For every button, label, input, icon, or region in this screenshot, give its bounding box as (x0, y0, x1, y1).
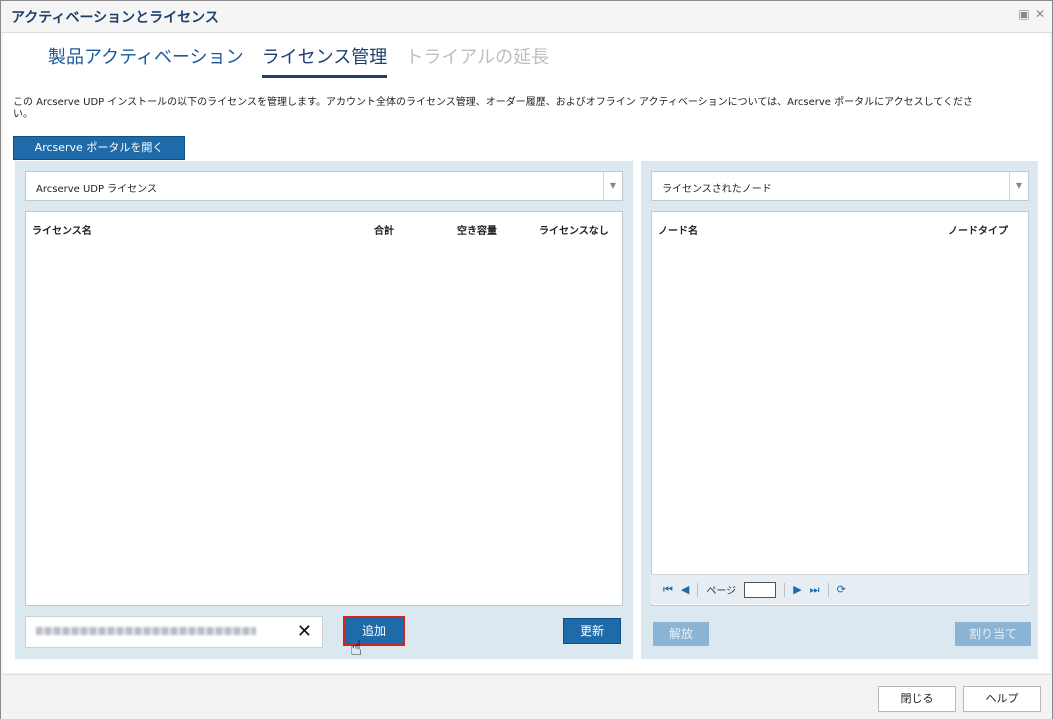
node-filter-value: ライセンスされたノード (662, 184, 772, 195)
hand-cursor-icon: ☝ (350, 636, 363, 660)
last-page-icon[interactable]: ⏭ (810, 583, 820, 597)
node-filter-select[interactable]: ライセンスされたノード ▼ (651, 171, 1029, 201)
col-unlicensed[interactable]: ライセンスなし (539, 222, 609, 237)
chevron-down-icon[interactable]: ▼ (603, 172, 622, 200)
page-number-input[interactable] (744, 581, 777, 598)
dialog-title: アクティベーションとライセンス (11, 10, 219, 26)
tab-bar: 製品アクティベーション ライセンス管理 トライアルの延長 (48, 41, 549, 78)
col-node-name[interactable]: ノード名 (658, 222, 698, 237)
license-grid: ライセンス名 合計 空き容量 ライセンスなし (25, 211, 623, 606)
minimize-icon[interactable]: ▣ (1018, 8, 1030, 20)
license-type-select[interactable]: Arcserve UDP ライセンス ▼ (25, 171, 623, 201)
node-grid: ノード名 ノードタイプ (651, 211, 1029, 606)
dialog-body: 製品アクティベーション ライセンス管理 トライアルの延長 この Arcserve… (3, 33, 1050, 673)
refresh-button[interactable]: 更新 (563, 618, 621, 644)
separator (784, 582, 786, 597)
license-key-input[interactable]: ✕ (25, 616, 323, 648)
separator (827, 582, 829, 597)
clear-icon[interactable]: ✕ (297, 621, 312, 642)
separator (697, 582, 699, 597)
first-page-icon[interactable]: ⏮ (663, 583, 673, 597)
title-icons: ▣ ✕ (1018, 8, 1046, 20)
tab-license-management[interactable]: ライセンス管理 (261, 41, 388, 78)
next-page-icon[interactable]: ▶ (793, 583, 801, 596)
col-free[interactable]: 空き容量 (457, 222, 497, 237)
license-dialog: アクティベーションとライセンス ▣ ✕ 製品アクティベーション ライセンス管理 … (0, 0, 1053, 719)
close-icon[interactable]: ✕ (1034, 8, 1046, 20)
tab-product-activation[interactable]: 製品アクティベーション (48, 41, 244, 78)
refresh-icon[interactable]: ⟳ (837, 583, 846, 596)
license-panel: Arcserve UDP ライセンス ▼ ライセンス名 合計 空き容量 ライセン… (15, 161, 633, 660)
title-bar: アクティベーションとライセンス ▣ ✕ (1, 1, 1052, 33)
prev-page-icon[interactable]: ◀ (681, 583, 689, 596)
open-portal-button[interactable]: Arcserve ポータルを開く (13, 136, 185, 160)
col-total[interactable]: 合計 (374, 222, 394, 237)
footer: 閉じる ヘルプ (1, 674, 1052, 719)
license-type-value: Arcserve UDP ライセンス (36, 184, 157, 195)
page-label: ページ (706, 586, 737, 597)
col-license-name[interactable]: ライセンス名 (32, 222, 92, 237)
assign-button: 割り当て (955, 622, 1031, 646)
nodes-panel: ライセンスされたノード ▼ ノード名 ノードタイプ ⏮ ◀ ページ ▶ ⏭ ⟳ … (641, 161, 1038, 659)
tab-trial-extension: トライアルの延長 (405, 47, 550, 68)
description-text: この Arcserve UDP インストールの以下のライセンスを管理します。アカ… (13, 97, 973, 120)
pager-toolbar: ⏮ ◀ ページ ▶ ⏭ ⟳ (651, 574, 1029, 604)
release-button: 解放 (653, 622, 709, 646)
col-node-type[interactable]: ノードタイプ (948, 222, 1008, 237)
redacted-key (36, 627, 256, 635)
close-button[interactable]: 閉じる (878, 686, 956, 712)
chevron-down-icon[interactable]: ▼ (1009, 172, 1028, 200)
help-button[interactable]: ヘルプ (963, 686, 1041, 712)
